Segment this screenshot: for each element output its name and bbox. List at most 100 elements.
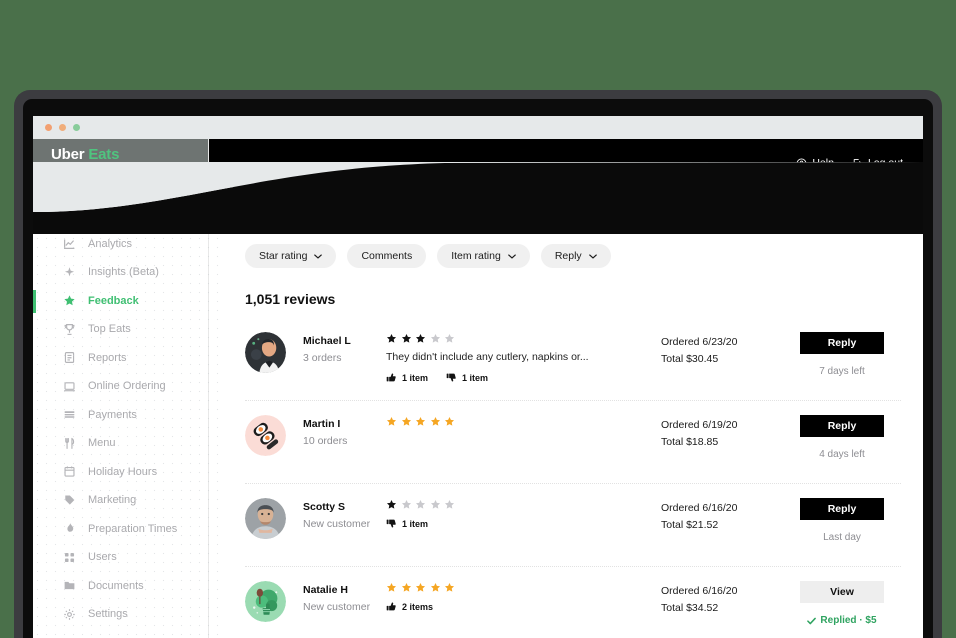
reply-button[interactable]: Reply (800, 415, 884, 437)
sidebar: Uber Eats for Merchants Home Analytics Ins… (33, 139, 209, 638)
tab-bar: Overview Reviews Menu Items Delivery Staff D… (209, 187, 923, 224)
view-button[interactable]: View (800, 581, 884, 603)
sidebar-item-feedback[interactable]: Feedback (33, 287, 208, 316)
gear-icon (63, 608, 76, 621)
sidebar-item-label: Users (88, 551, 117, 564)
avatar (245, 415, 286, 456)
order-info: Ordered 6/19/20 Total $18.85 (661, 413, 783, 451)
sidebar-item-label: Home (88, 209, 118, 222)
close-dot[interactable] (45, 124, 52, 131)
tab-overview[interactable]: Overview (245, 202, 291, 223)
reply-button[interactable]: Reply (800, 332, 884, 354)
review-row: Scotty S New customer 1 item Ordered 6/16/2… (245, 484, 901, 567)
reviewer-name: Scotty S (303, 501, 346, 513)
trophy-icon (63, 323, 76, 336)
item-rating-label: 1 item (402, 372, 429, 383)
rating-star (401, 582, 412, 593)
thumbs-up-icon (386, 372, 397, 383)
replied-label: Replied · $5 (820, 615, 877, 626)
sidebar-item-menu[interactable]: Menu (33, 429, 208, 458)
cutlery-icon (63, 437, 76, 450)
filter-chip-reply[interactable]: Reply (540, 244, 611, 268)
sidebar-item-label: Documents (88, 579, 144, 592)
home-icon (63, 209, 76, 222)
filter-chip-label: Item rating (451, 250, 501, 262)
star-rating (386, 499, 661, 510)
reviewer-orders: New customer (303, 518, 371, 530)
sidebar-item-documents[interactable]: Documents (33, 572, 208, 601)
star-icon (63, 294, 76, 307)
tab-delivery-staff[interactable]: Delivery Staff (470, 202, 535, 223)
sidebar-item-home[interactable]: Home (33, 201, 208, 230)
logout-button[interactable]: Log out (852, 157, 903, 169)
reviewer-info: Natalie H New customer (286, 579, 386, 615)
browser-titlebar (33, 116, 923, 139)
filter-chip-comments[interactable]: Comments (347, 244, 427, 268)
brand-title: Uber Eats (51, 146, 208, 163)
brand-eats: Eats (88, 146, 120, 163)
reply-button[interactable]: Reply (800, 498, 884, 520)
help-button[interactable]: Help (796, 157, 834, 169)
sidebar-item-label: Marketing (88, 494, 137, 507)
filter-chip-label: Comments (361, 250, 413, 262)
reviews-content: Star rating Comments Item rating Reply 1,05… (209, 224, 923, 638)
rating-star (430, 416, 441, 427)
reviewer-info: Martin I 10 orders (286, 413, 386, 449)
order-date: Ordered 6/23/20 (661, 336, 738, 348)
sparkle-icon (63, 266, 76, 279)
minimize-dot[interactable] (59, 124, 66, 131)
deadline-note: 7 days left (819, 366, 865, 377)
sidebar-item-online-ordering[interactable]: Online Ordering (33, 372, 208, 401)
order-total: Total $30.45 (661, 353, 719, 365)
thumbs-down-icon (386, 518, 397, 529)
sidebar-item-label: Menu (88, 437, 116, 450)
item-rating-label: 1 item (402, 518, 429, 529)
review-body (386, 413, 661, 427)
review-comment: They didn't include any cutlery, napkins… (386, 351, 589, 363)
tab-menu-items[interactable]: Menu Items (387, 202, 444, 223)
chevron-down-icon (314, 253, 323, 259)
sidebar-item-marketing[interactable]: Marketing (33, 486, 208, 515)
thumbs-down-icon (446, 372, 457, 383)
rating-star (430, 499, 441, 510)
order-date: Ordered 6/19/20 (661, 419, 738, 431)
review-row: Martin I 10 orders Ordered 6/19/20 Total $1… (245, 401, 901, 484)
avatar (245, 581, 286, 622)
sidebar-item-reports[interactable]: Reports (33, 344, 208, 373)
reviewer-orders: 3 orders (303, 352, 342, 364)
item-rating-label: 2 items (402, 601, 434, 612)
rating-star (415, 582, 426, 593)
reviewer-name: Natalie H (303, 584, 348, 596)
thumbs-up-icon (386, 601, 397, 612)
folder-icon (63, 579, 76, 592)
sidebar-item-users[interactable]: Users (33, 543, 208, 572)
sidebar-item-label: Insights (Beta) (88, 266, 159, 279)
rating-star (401, 333, 412, 344)
calendar-icon (63, 465, 76, 478)
reviewer-info: Scotty S New customer (286, 496, 386, 532)
item-rating-tag: 1 item (386, 372, 428, 383)
rating-star (415, 499, 426, 510)
chevron-down-icon (508, 253, 516, 259)
chart-icon (63, 237, 76, 250)
brand-logo[interactable]: Uber Eats for Merchants (33, 139, 208, 187)
sidebar-item-insights-beta[interactable]: Insights (Beta) (33, 258, 208, 287)
filter-bar: Star rating Comments Item rating Reply (245, 224, 901, 268)
sidebar-item-payments[interactable]: Payments (33, 401, 208, 430)
review-action: Reply 7 days left (783, 330, 901, 377)
rating-star (386, 416, 397, 427)
tab-reviews[interactable]: Reviews (317, 202, 361, 223)
maximize-dot[interactable] (73, 124, 80, 131)
star-rating (386, 333, 661, 344)
tab-delivery-handoff[interactable]: Delivery Handoff (562, 202, 643, 223)
sidebar-item-analytics[interactable]: Analytics (33, 230, 208, 259)
rating-star (386, 582, 397, 593)
filter-chip-item-rating[interactable]: Item rating (437, 244, 530, 268)
order-info: Ordered 6/23/20 Total $30.45 (661, 330, 783, 368)
sidebar-item-settings[interactable]: Settings (33, 600, 208, 629)
sidebar-item-top-eats[interactable]: Top Eats (33, 315, 208, 344)
sidebar-item-preparation-times[interactable]: Preparation Times (33, 515, 208, 544)
filter-chip-star-rating[interactable]: Star rating (245, 244, 337, 268)
filter-chip-label: Star rating (259, 250, 308, 262)
sidebar-item-holiday-hours[interactable]: Holiday Hours (33, 458, 208, 487)
